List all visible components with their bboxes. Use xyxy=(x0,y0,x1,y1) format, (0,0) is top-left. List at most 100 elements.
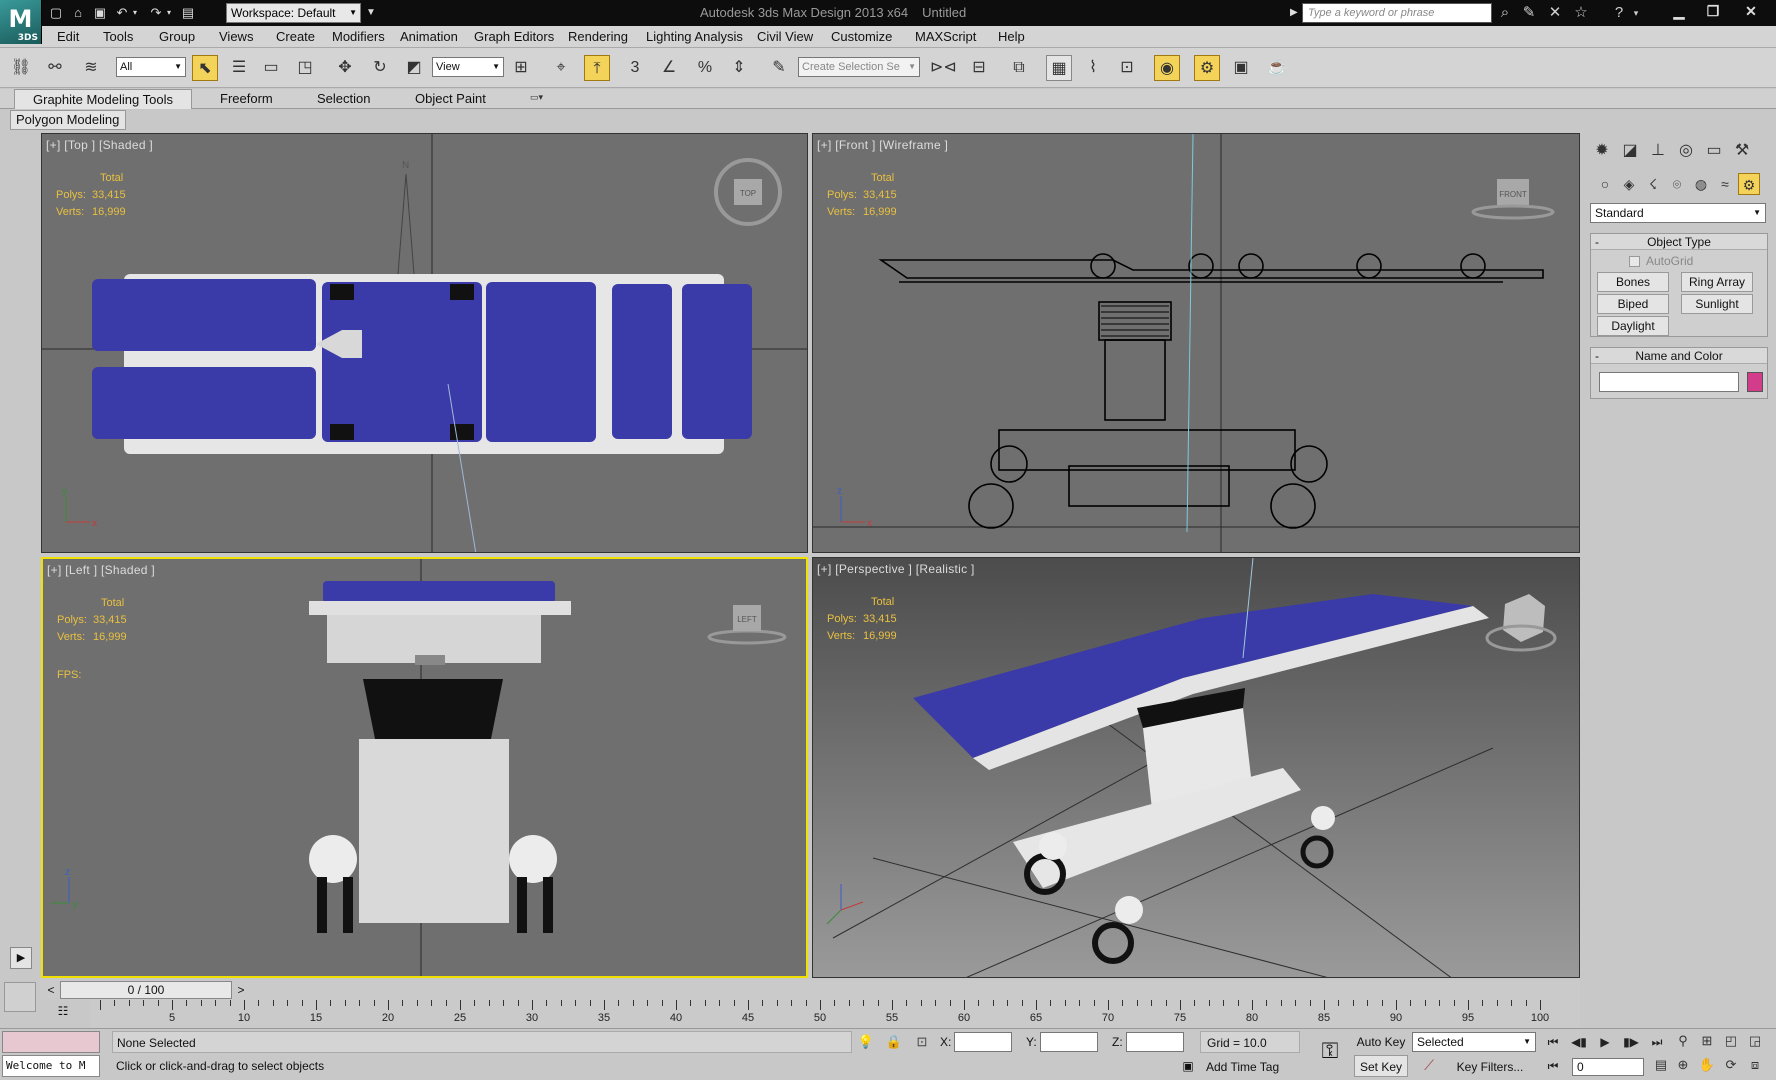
menu-maxscript[interactable]: MAXScript xyxy=(915,26,976,48)
align-icon[interactable]: ⊟ xyxy=(966,55,992,81)
ring-array-button[interactable]: Ring Array xyxy=(1681,272,1753,292)
name-and-color-header[interactable]: - Name and Color xyxy=(1591,348,1767,364)
previous-frame-icon[interactable]: < xyxy=(44,982,58,998)
utilities-tab-icon[interactable]: ⚒ xyxy=(1730,139,1754,163)
geometry-icon[interactable]: ○ xyxy=(1594,173,1616,195)
menu-customize[interactable]: Customize xyxy=(831,26,892,48)
object-color-swatch[interactable] xyxy=(1747,372,1763,392)
cameras-icon[interactable]: ⌾ xyxy=(1666,173,1688,195)
unlink-icon[interactable]: ⚯ xyxy=(42,55,68,81)
material-editor-icon[interactable]: ◉ xyxy=(1154,55,1180,81)
object-category-dropdown[interactable]: Standard ▼ xyxy=(1590,203,1766,223)
viewport-perspective[interactable]: [+] [Perspective ] [Realistic ] Total Po… xyxy=(812,557,1580,978)
viewport-top[interactable]: N TOP y x [+] [Top ] [Shaded ] Total Pol… xyxy=(41,133,808,553)
select-object-icon[interactable]: ⬉ xyxy=(192,55,218,81)
field-of-view-icon[interactable]: ▤ xyxy=(1650,1055,1672,1075)
scale-icon[interactable]: ◩ xyxy=(401,55,427,81)
save-icon[interactable]: ▣ xyxy=(90,3,110,23)
menu-group[interactable]: Group xyxy=(159,26,195,48)
sunlight-button[interactable]: Sunlight xyxy=(1681,294,1753,314)
menu-animation[interactable]: Animation xyxy=(400,26,458,48)
shapes-icon[interactable]: ◈ xyxy=(1618,173,1640,195)
viewport-layout-tab[interactable] xyxy=(4,982,36,1012)
orbit-icon[interactable]: ⟳ xyxy=(1720,1055,1742,1075)
open-file-icon[interactable]: ⌂ xyxy=(68,3,88,23)
rotate-icon[interactable]: ↻ xyxy=(367,55,393,81)
select-by-name-icon[interactable]: ☰ xyxy=(226,55,252,81)
search-input[interactable]: Type a keyword or phrase xyxy=(1302,3,1492,23)
render-production-icon[interactable]: ☕ xyxy=(1264,55,1290,81)
help-dropdown-icon[interactable]: ▾ xyxy=(1630,3,1642,23)
render-setup-icon[interactable]: ⚙ xyxy=(1194,55,1220,81)
set-key-icon[interactable]: ⚿ xyxy=(1312,1039,1348,1063)
time-slider[interactable]: < 0 / 100 > xyxy=(40,980,1580,1000)
menu-tools[interactable]: Tools xyxy=(103,26,133,48)
viewport-label[interactable]: [+] [Perspective ] [Realistic ] xyxy=(817,562,975,576)
viewport-label[interactable]: [+] [Top ] [Shaded ] xyxy=(46,138,153,152)
redo-history-icon[interactable]: ▾ xyxy=(164,3,174,23)
set-key-button[interactable]: Set Key xyxy=(1354,1055,1408,1077)
go-to-start-icon[interactable]: ⏮ xyxy=(1542,1033,1564,1051)
maxscript-listener-pink[interactable] xyxy=(2,1031,100,1053)
menu-modifiers[interactable]: Modifiers xyxy=(332,26,385,48)
absolute-mode-icon[interactable]: ⊡ xyxy=(912,1033,932,1051)
ribbon-options-icon[interactable]: ▭▾ xyxy=(530,92,556,106)
communication-center-icon[interactable]: ✕ xyxy=(1544,3,1566,23)
maximize-icon[interactable]: ❐ xyxy=(1696,0,1730,22)
minimize-icon[interactable]: ▁ xyxy=(1662,0,1696,22)
percent-snap-icon[interactable]: % xyxy=(692,55,718,81)
tab-object-paint[interactable]: Object Paint xyxy=(415,89,486,109)
new-file-icon[interactable]: ▢ xyxy=(46,3,66,23)
link-icon[interactable]: ⛓ xyxy=(8,55,34,81)
maxscript-listener[interactable]: Welcome to M xyxy=(2,1055,100,1077)
next-key-icon[interactable]: ▮▶ xyxy=(1620,1033,1642,1051)
track-bar[interactable]: 5 10 15 20 25 30 35 40 45 50 55 60 65 70 75 80 85 90 95 100 xyxy=(90,1000,1580,1028)
menu-civil-view[interactable]: Civil View xyxy=(757,26,813,48)
current-frame-input[interactable]: 0 xyxy=(1572,1058,1644,1076)
undo-history-icon[interactable]: ▾ xyxy=(130,3,140,23)
graphite-toggle-icon[interactable]: ▦ xyxy=(1046,55,1072,81)
menu-rendering[interactable]: Rendering xyxy=(568,26,628,48)
coord-z-input[interactable] xyxy=(1126,1032,1184,1052)
modify-tab-icon[interactable]: ◪ xyxy=(1618,139,1642,163)
curve-editor-icon[interactable]: ⌇ xyxy=(1080,55,1106,81)
bind-space-warp-icon[interactable]: ≋ xyxy=(78,55,104,81)
default-in-out-tangent-icon[interactable]: ⟋ xyxy=(1418,1057,1440,1077)
reference-coordinate-dropdown[interactable]: View ▼ xyxy=(432,57,504,77)
selection-lock-icon[interactable]: 🔒 xyxy=(884,1033,904,1051)
key-filters-button[interactable]: Key Filters... xyxy=(1444,1057,1536,1077)
zoom-all-icon[interactable]: ⊞ xyxy=(1696,1031,1718,1051)
viewport-left[interactable]: z y LEFT [+] [Left ] [Shaded ] Total Pol… xyxy=(41,557,808,978)
menu-lighting-analysis[interactable]: Lighting Analysis xyxy=(646,26,743,48)
layer-manager-icon[interactable]: ⧉ xyxy=(1006,55,1032,81)
viewport-front[interactable]: FRONT z x [+] [Front ] [Wireframe ] Tota… xyxy=(812,133,1580,553)
coord-x-input[interactable] xyxy=(954,1032,1012,1052)
selection-set-dropdown[interactable]: Selected ▼ xyxy=(1412,1032,1536,1052)
spacewarps-icon[interactable]: ≈ xyxy=(1714,173,1736,195)
menu-graph-editors[interactable]: Graph Editors xyxy=(474,26,554,48)
move-icon[interactable]: ✥ xyxy=(332,55,358,81)
schematic-view-icon[interactable]: ⊡ xyxy=(1114,55,1140,81)
mirror-icon[interactable]: ⊳⊲ xyxy=(930,55,957,81)
time-tag-icon[interactable]: ▣ xyxy=(1178,1059,1198,1077)
previous-key-icon[interactable]: ◀▮ xyxy=(1568,1033,1590,1051)
biped-button[interactable]: Biped xyxy=(1597,294,1669,314)
edit-named-selection-icon[interactable]: ✎ xyxy=(766,55,792,81)
next-frame-icon[interactable]: > xyxy=(234,982,248,998)
maximize-viewport-icon[interactable]: ⧈ xyxy=(1744,1055,1766,1075)
menu-views[interactable]: Views xyxy=(219,26,253,48)
binoculars-icon[interactable]: ⌕ xyxy=(1494,3,1516,23)
helpers-icon[interactable]: ◍ xyxy=(1690,173,1712,195)
named-selection-sets-dropdown[interactable]: Create Selection Se ▼ xyxy=(798,57,920,77)
help-icon[interactable]: ? xyxy=(1608,3,1630,23)
add-time-tag-button[interactable]: Add Time Tag xyxy=(1206,1057,1279,1077)
zoom-extents-all-icon[interactable]: ◲ xyxy=(1744,1031,1766,1051)
autogrid-checkbox[interactable]: AutoGrid xyxy=(1629,254,1693,268)
search-expand-icon[interactable]: ▶ xyxy=(1290,5,1300,21)
subscription-icon[interactable]: ✎ xyxy=(1518,3,1540,23)
workspace-dropdown[interactable]: Workspace: Default ▼ xyxy=(226,3,361,23)
hierarchy-tab-icon[interactable]: ⊥ xyxy=(1646,139,1670,163)
project-folder-icon[interactable]: ▤ xyxy=(178,3,198,23)
application-button[interactable]: M 3DS xyxy=(0,0,42,44)
systems-icon[interactable]: ⚙ xyxy=(1738,173,1760,195)
